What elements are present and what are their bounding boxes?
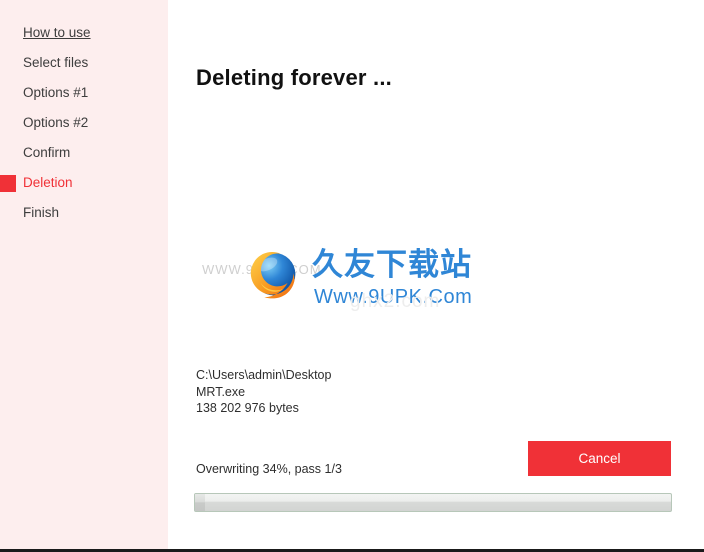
- sidebar-item-options-2[interactable]: Options #2: [0, 112, 168, 134]
- watermark-ghost-text: ghx2.com: [350, 291, 441, 312]
- sidebar-item-confirm[interactable]: Confirm: [0, 142, 168, 164]
- cancel-button[interactable]: Cancel: [528, 441, 671, 476]
- sidebar-item-select-files[interactable]: Select files: [0, 52, 168, 74]
- application-window: How to use Select files Options #1 Optio…: [0, 0, 704, 552]
- file-size: 138 202 976 bytes: [196, 401, 299, 415]
- sidebar-item-label: Deletion: [23, 175, 73, 190]
- page-title: Deleting forever ...: [196, 64, 392, 90]
- sidebar-item-options-1[interactable]: Options #1: [0, 82, 168, 104]
- sidebar-item-label: Options #2: [23, 115, 89, 130]
- watermark-brand-name: 久友下载站: [312, 247, 472, 283]
- watermark-ghost-shape: [365, 244, 475, 330]
- watermark-brand-url: Www.9UPK.Com: [314, 286, 473, 308]
- progress-bar-fill: [195, 494, 205, 511]
- file-path: C:\Users\admin\Desktop: [196, 368, 332, 382]
- sidebar-item-label: How to use: [23, 25, 91, 40]
- sidebar-item-deletion[interactable]: Deletion: [0, 172, 168, 194]
- sidebar-item-label: Finish: [23, 205, 60, 220]
- globe-swirl-logo-icon: [250, 251, 296, 299]
- sidebar-item-finish[interactable]: Finish: [0, 202, 168, 224]
- sidebar-item-label: Confirm: [23, 145, 71, 160]
- sidebar-navigation: How to use Select files Options #1 Optio…: [0, 0, 168, 549]
- watermark-faint-url: WWW.9UPK.COM: [202, 262, 322, 277]
- file-name: MRT.exe: [196, 384, 246, 399]
- current-file-info: C:\Users\admin\Desktop MRT.exe 138 202 9…: [196, 367, 331, 417]
- sidebar-item-how-to-use[interactable]: How to use: [0, 22, 168, 44]
- main-content: Deleting forever ... WWW.9UPK.COM 久友下载站 …: [168, 0, 704, 546]
- progress-bar: [194, 493, 672, 512]
- active-marker: [0, 175, 16, 192]
- sidebar-item-label: Select files: [23, 55, 89, 70]
- site-watermark: WWW.9UPK.COM 久友下载站 Www.9UPK.Com ghx2.com: [190, 238, 490, 348]
- sidebar-item-label: Options #1: [23, 85, 89, 100]
- progress-status-text: Overwriting 34%, pass 1/3: [196, 462, 342, 476]
